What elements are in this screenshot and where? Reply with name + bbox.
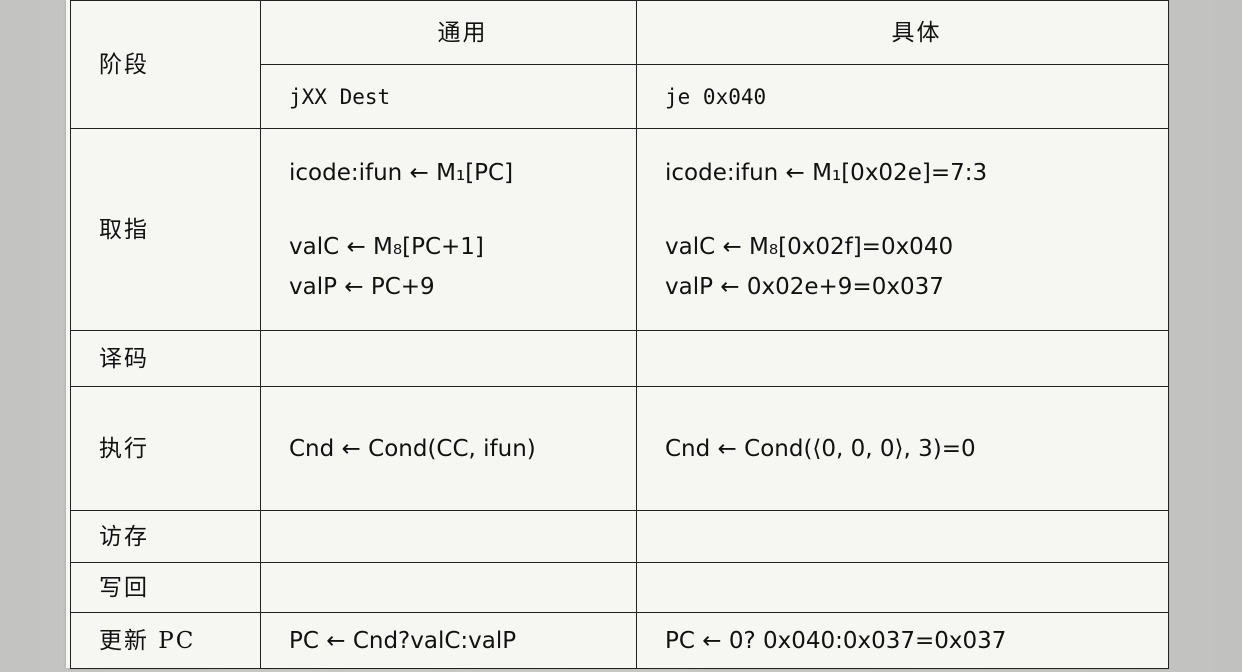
stage-execute: 执行 [70, 386, 261, 511]
writeback-general [260, 562, 637, 613]
stage-fetch: 取指 [70, 128, 261, 331]
update-pc-general: PC ← Cnd?valC:valP [260, 612, 637, 669]
general-column-header: 通用 [260, 0, 637, 65]
execute-general: Cnd ← Cond(CC, ifun) [260, 386, 637, 511]
stage-update-pc: 更新 PC [70, 612, 261, 669]
writeback-specific [636, 562, 1169, 613]
fetch-specific: icode:ifun ← M₁[0x02e]=7:3 valC ← M₈[0x0… [636, 128, 1169, 331]
fetch-specific-valc: valC ← M₈[0x02f]=0x040 [665, 233, 954, 260]
fetch-general-icode: icode:ifun ← M₁[PC] [289, 159, 514, 186]
stage-writeback: 写回 [70, 562, 261, 613]
fetch-general-valc: valC ← M₈[PC+1] [289, 233, 484, 260]
general-instruction: jXX Dest [260, 64, 637, 129]
fetch-specific-valp: valP ← 0x02e+9=0x037 [665, 273, 944, 300]
stage-memory: 访存 [70, 510, 261, 563]
stage-column-header: 阶段 [70, 0, 261, 129]
fetch-general-valp: valP ← PC+9 [289, 273, 435, 300]
execute-specific: Cnd ← Cond(⟨0, 0, 0⟩, 3)=0 [636, 386, 1169, 511]
decode-general [260, 330, 637, 387]
specific-instruction: je 0x040 [636, 64, 1169, 129]
fetch-specific-icode: icode:ifun ← M₁[0x02e]=7:3 [665, 159, 988, 186]
memory-specific [636, 510, 1169, 563]
stage-decode: 译码 [70, 330, 261, 387]
decode-specific [636, 330, 1169, 387]
jxx-stage-table: 阶段 通用 具体 jXX Dest je 0x040 取指 icode:ifun… [70, 0, 1169, 669]
memory-general [260, 510, 637, 563]
specific-column-header: 具体 [636, 0, 1169, 65]
fetch-general: icode:ifun ← M₁[PC] valC ← M₈[PC+1] valP… [260, 128, 637, 331]
update-pc-specific: PC ← 0? 0x040:0x037=0x037 [636, 612, 1169, 669]
